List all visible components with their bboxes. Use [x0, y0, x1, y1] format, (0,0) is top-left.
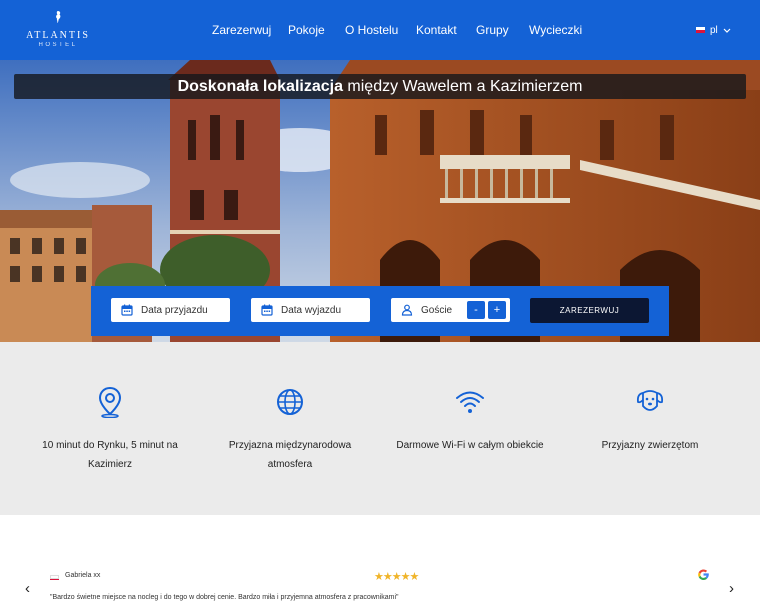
hostel-logo[interactable]: ATLANTIS HOSTEL	[26, 10, 90, 50]
guests-decrement-button[interactable]: -	[467, 301, 485, 319]
features-section: 10 minut do Rynku, 5 minut na Kazimierz …	[0, 342, 760, 515]
language-selector[interactable]: pl	[696, 23, 731, 37]
seahorse-logo-icon	[56, 11, 61, 23]
language-code: pl	[710, 24, 718, 36]
nav-contact[interactable]: Kontakt	[416, 22, 457, 38]
map-pin-icon	[98, 386, 122, 418]
feature-atmosphere: Przyjazna międzynarodowa atmosfera	[195, 342, 385, 515]
feature-pets: Przyjazny zwierzętom	[555, 342, 745, 515]
globe-icon	[277, 389, 303, 415]
departure-date-field[interactable]: Data wyjazdu	[251, 298, 370, 322]
review-author: Gabriela xx	[65, 572, 101, 579]
poland-flag-icon	[50, 575, 59, 580]
dog-icon	[636, 390, 664, 411]
logo-name: ATLANTIS	[26, 30, 90, 41]
chevron-down-icon	[723, 28, 731, 33]
reviews-section: ‹ › Gabriela xx ★★★★★ "Bardzo świetne mi…	[0, 515, 760, 601]
feature-atmosphere-text: Przyjazna międzynarodowa atmosfera	[228, 440, 352, 470]
headline-bold: Doskonała lokalizacja	[177, 78, 343, 95]
arrival-date-placeholder: Data przyjazdu	[141, 304, 208, 316]
google-icon	[698, 569, 709, 580]
headline-rest: między Wawelem a Kazimierzem	[342, 78, 583, 95]
feature-location: 10 minut do Rynku, 5 minut na Kazimierz	[15, 342, 205, 515]
feature-wifi: Darmowe Wi-Fi w całym obiekcie	[375, 342, 565, 515]
feature-wifi-text: Darmowe Wi-Fi w całym obiekcie	[396, 440, 544, 451]
nav-about[interactable]: O Hostelu	[345, 22, 398, 38]
poland-flag-icon	[696, 27, 705, 33]
reserve-button[interactable]: ZAREZERWUJ	[530, 298, 649, 323]
review-prev-arrow[interactable]: ‹	[25, 581, 30, 597]
logo-subtitle: HOSTEL	[38, 42, 78, 48]
guests-label: Goście	[421, 304, 453, 316]
nav-trips[interactable]: Wycieczki	[529, 22, 582, 38]
user-icon	[401, 304, 413, 316]
guests-field: Goście - +	[391, 298, 510, 322]
site-header: ATLANTIS HOSTEL Zarezerwuj Pokoje O Host…	[0, 0, 760, 60]
nav-rooms[interactable]: Pokoje	[288, 22, 325, 38]
nav-reserve[interactable]: Zarezerwuj	[212, 22, 271, 38]
booking-form: Data przyjazdu Data wyjazdu Goście - + Z…	[91, 286, 669, 336]
review-next-arrow[interactable]: ›	[729, 581, 734, 597]
review-stars: ★★★★★	[374, 571, 419, 583]
departure-date-placeholder: Data wyjazdu	[281, 304, 342, 316]
hero-section: Doskonała lokalizacja między Wawelem a K…	[0, 60, 760, 342]
feature-pets-text: Przyjazny zwierzętom	[601, 440, 699, 451]
guests-increment-button[interactable]: +	[488, 301, 506, 319]
wifi-icon	[456, 391, 484, 413]
nav-groups[interactable]: Grupy	[476, 22, 509, 38]
calendar-icon	[261, 304, 273, 316]
arrival-date-field[interactable]: Data przyjazdu	[111, 298, 230, 322]
feature-location-text: 10 minut do Rynku, 5 minut na Kazimierz	[42, 440, 178, 470]
calendar-icon	[121, 304, 133, 316]
hero-headline: Doskonała lokalizacja między Wawelem a K…	[14, 74, 746, 99]
